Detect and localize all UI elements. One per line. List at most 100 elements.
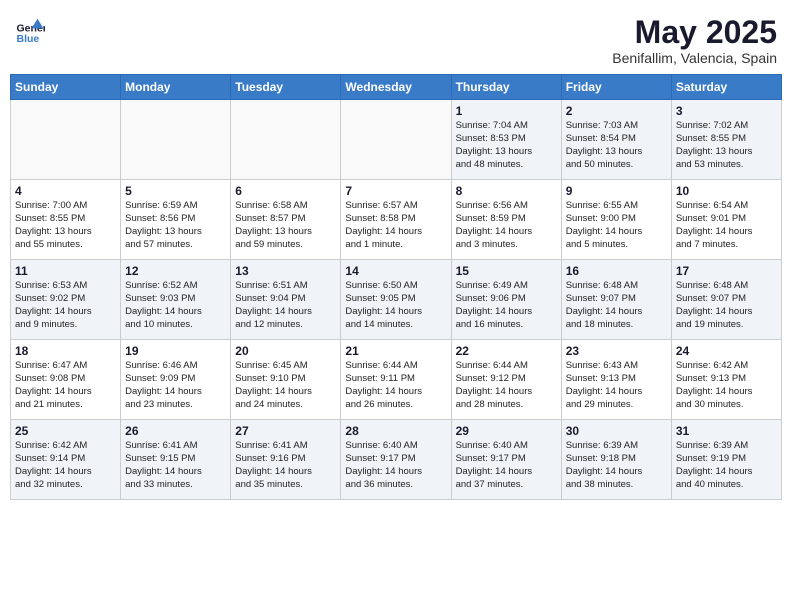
day-info: Sunrise: 6:42 AM Sunset: 9:13 PM Dayligh… [676,360,777,411]
day-number: 29 [456,424,557,438]
day-number: 22 [456,344,557,358]
day-number: 3 [676,104,777,118]
day-cell: 20 Sunrise: 6:45 AM Sunset: 9:10 PM Dayli… [231,340,341,420]
day-info: Sunrise: 6:40 AM Sunset: 9:17 PM Dayligh… [456,440,557,491]
day-info: Sunrise: 6:41 AM Sunset: 9:16 PM Dayligh… [235,440,336,491]
day-number: 16 [566,264,667,278]
day-cell: 12 Sunrise: 6:52 AM Sunset: 9:03 PM Dayli… [121,260,231,340]
day-number: 6 [235,184,336,198]
day-cell: 10Sunrise: 6:54 AM Sunset: 9:01 PM Dayli… [671,180,781,260]
day-cell [231,100,341,180]
day-info: Sunrise: 6:53 AM Sunset: 9:02 PM Dayligh… [15,280,116,331]
week-row-4: 18 Sunrise: 6:47 AM Sunset: 9:08 PM Dayli… [11,340,782,420]
day-info: Sunrise: 6:51 AM Sunset: 9:04 PM Dayligh… [235,280,336,331]
day-number: 1 [456,104,557,118]
day-info: Sunrise: 6:58 AM Sunset: 8:57 PM Dayligh… [235,200,336,251]
day-cell: 5Sunrise: 6:59 AM Sunset: 8:56 PM Daylig… [121,180,231,260]
day-info: Sunrise: 6:46 AM Sunset: 9:09 PM Dayligh… [125,360,226,411]
week-row-2: 4Sunrise: 7:00 AM Sunset: 8:55 PM Daylig… [11,180,782,260]
day-cell: 28Sunrise: 6:40 AM Sunset: 9:17 PM Dayli… [341,420,451,500]
day-cell: 22 Sunrise: 6:44 AM Sunset: 9:12 PM Dayli… [451,340,561,420]
day-number: 12 [125,264,226,278]
day-cell: 29 Sunrise: 6:40 AM Sunset: 9:17 PM Dayli… [451,420,561,500]
day-info: Sunrise: 6:52 AM Sunset: 9:03 PM Dayligh… [125,280,226,331]
day-info: Sunrise: 6:40 AM Sunset: 9:17 PM Dayligh… [345,440,446,491]
day-number: 7 [345,184,446,198]
day-number: 20 [235,344,336,358]
weekday-header-saturday: Saturday [671,75,781,100]
day-info: Sunrise: 7:02 AM Sunset: 8:55 PM Dayligh… [676,120,777,171]
day-info: Sunrise: 6:48 AM Sunset: 9:07 PM Dayligh… [676,280,777,331]
day-info: Sunrise: 6:44 AM Sunset: 9:11 PM Dayligh… [345,360,446,411]
day-cell: 7 Sunrise: 6:57 AM Sunset: 8:58 PM Daylig… [341,180,451,260]
day-cell: 2 Sunrise: 7:03 AM Sunset: 8:54 PM Daylig… [561,100,671,180]
day-info: Sunrise: 6:45 AM Sunset: 9:10 PM Dayligh… [235,360,336,411]
day-info: Sunrise: 6:48 AM Sunset: 9:07 PM Dayligh… [566,280,667,331]
day-info: Sunrise: 6:44 AM Sunset: 9:12 PM Dayligh… [456,360,557,411]
location-subtitle: Benifallim, Valencia, Spain [612,50,777,66]
day-number: 24 [676,344,777,358]
day-info: Sunrise: 6:39 AM Sunset: 9:19 PM Dayligh… [676,440,777,491]
day-cell [121,100,231,180]
day-cell: 14 Sunrise: 6:50 AM Sunset: 9:05 PM Dayli… [341,260,451,340]
day-cell: 30 Sunrise: 6:39 AM Sunset: 9:18 PM Dayli… [561,420,671,500]
day-info: Sunrise: 6:55 AM Sunset: 9:00 PM Dayligh… [566,200,667,251]
day-info: Sunrise: 6:47 AM Sunset: 9:08 PM Dayligh… [15,360,116,411]
day-number: 15 [456,264,557,278]
weekday-header-wednesday: Wednesday [341,75,451,100]
weekday-header-sunday: Sunday [11,75,121,100]
day-cell: 17 Sunrise: 6:48 AM Sunset: 9:07 PM Dayli… [671,260,781,340]
day-info: Sunrise: 6:50 AM Sunset: 9:05 PM Dayligh… [345,280,446,331]
day-cell: 27 Sunrise: 6:41 AM Sunset: 9:16 PM Dayli… [231,420,341,500]
day-info: Sunrise: 6:56 AM Sunset: 8:59 PM Dayligh… [456,200,557,251]
day-info: Sunrise: 6:54 AM Sunset: 9:01 PM Dayligh… [676,200,777,251]
month-title: May 2025 [612,15,777,50]
day-cell: 24 Sunrise: 6:42 AM Sunset: 9:13 PM Dayli… [671,340,781,420]
day-number: 4 [15,184,116,198]
day-cell: 16 Sunrise: 6:48 AM Sunset: 9:07 PM Dayli… [561,260,671,340]
day-number: 18 [15,344,116,358]
day-info: Sunrise: 7:04 AM Sunset: 8:53 PM Dayligh… [456,120,557,171]
day-cell: 31 Sunrise: 6:39 AM Sunset: 9:19 PM Dayli… [671,420,781,500]
week-row-5: 25 Sunrise: 6:42 AM Sunset: 9:14 PM Dayli… [11,420,782,500]
page-header: General Blue May 2025 Benifallim, Valenc… [10,10,782,66]
day-cell: 1 Sunrise: 7:04 AM Sunset: 8:53 PM Daylig… [451,100,561,180]
week-row-1: 1 Sunrise: 7:04 AM Sunset: 8:53 PM Daylig… [11,100,782,180]
weekday-header-monday: Monday [121,75,231,100]
title-block: May 2025 Benifallim, Valencia, Spain [612,15,777,66]
day-cell: 13 Sunrise: 6:51 AM Sunset: 9:04 PM Dayli… [231,260,341,340]
day-cell: 11Sunrise: 6:53 AM Sunset: 9:02 PM Dayli… [11,260,121,340]
day-cell: 6 Sunrise: 6:58 AM Sunset: 8:57 PM Daylig… [231,180,341,260]
day-number: 21 [345,344,446,358]
day-number: 23 [566,344,667,358]
calendar-table: SundayMondayTuesdayWednesdayThursdayFrid… [10,74,782,500]
day-cell: 8Sunrise: 6:56 AM Sunset: 8:59 PM Daylig… [451,180,561,260]
day-info: Sunrise: 7:03 AM Sunset: 8:54 PM Dayligh… [566,120,667,171]
day-cell: 4Sunrise: 7:00 AM Sunset: 8:55 PM Daylig… [11,180,121,260]
day-cell [341,100,451,180]
day-number: 19 [125,344,226,358]
weekday-header-row: SundayMondayTuesdayWednesdayThursdayFrid… [11,75,782,100]
day-number: 2 [566,104,667,118]
logo-icon: General Blue [15,15,45,45]
day-number: 30 [566,424,667,438]
day-cell: 18 Sunrise: 6:47 AM Sunset: 9:08 PM Dayli… [11,340,121,420]
day-info: Sunrise: 6:39 AM Sunset: 9:18 PM Dayligh… [566,440,667,491]
day-number: 17 [676,264,777,278]
day-cell [11,100,121,180]
day-cell: 15Sunrise: 6:49 AM Sunset: 9:06 PM Dayli… [451,260,561,340]
day-number: 13 [235,264,336,278]
day-number: 31 [676,424,777,438]
day-number: 14 [345,264,446,278]
day-cell: 25 Sunrise: 6:42 AM Sunset: 9:14 PM Dayli… [11,420,121,500]
day-cell: 19 Sunrise: 6:46 AM Sunset: 9:09 PM Dayli… [121,340,231,420]
day-number: 9 [566,184,667,198]
week-row-3: 11Sunrise: 6:53 AM Sunset: 9:02 PM Dayli… [11,260,782,340]
weekday-header-thursday: Thursday [451,75,561,100]
day-info: Sunrise: 6:42 AM Sunset: 9:14 PM Dayligh… [15,440,116,491]
day-number: 25 [15,424,116,438]
day-info: Sunrise: 6:57 AM Sunset: 8:58 PM Dayligh… [345,200,446,251]
day-cell: 3 Sunrise: 7:02 AM Sunset: 8:55 PM Daylig… [671,100,781,180]
svg-text:Blue: Blue [17,33,40,45]
day-number: 27 [235,424,336,438]
